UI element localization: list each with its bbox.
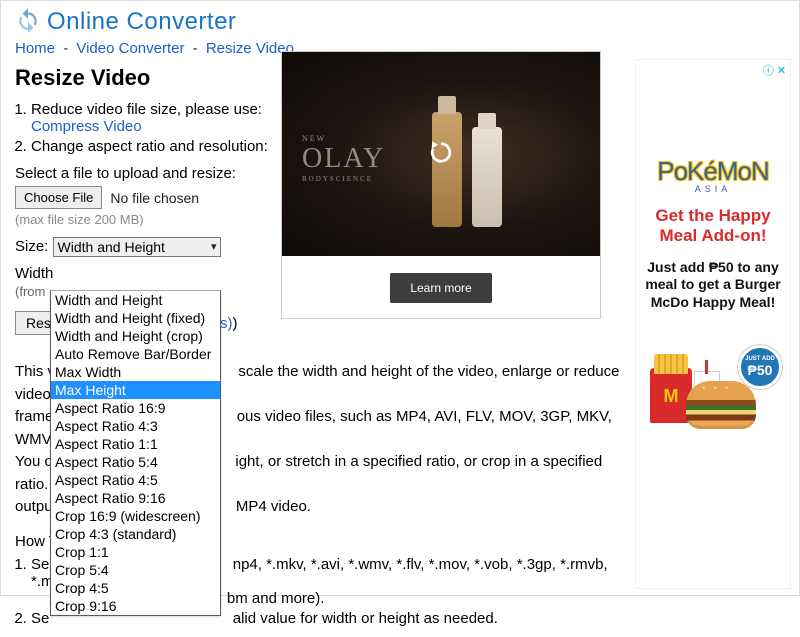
- learn-more-button[interactable]: Learn more: [390, 273, 491, 303]
- size-option[interactable]: Width and Height: [51, 291, 220, 309]
- file-status: No file chosen: [110, 190, 199, 206]
- reload-icon[interactable]: [426, 138, 456, 171]
- size-option[interactable]: Crop 4:5: [51, 579, 220, 597]
- size-option[interactable]: Max Width: [51, 363, 220, 381]
- size-option[interactable]: Crop 1:1: [51, 543, 220, 561]
- width-label: Width: [15, 265, 53, 282]
- size-select-value: Width and Height: [58, 239, 165, 255]
- ad-body: Just add ₱50 to any meal to get a Burger…: [640, 259, 786, 312]
- breadcrumb-video-converter[interactable]: Video Converter: [76, 40, 184, 57]
- size-option[interactable]: Width and Height (fixed): [51, 309, 220, 327]
- product-bottle-icon: [472, 127, 502, 227]
- size-option[interactable]: Max Height: [51, 381, 220, 399]
- intro-item-1: Reduce video file size, please use:: [31, 101, 262, 118]
- breadcrumb-home[interactable]: Home: [15, 40, 55, 57]
- size-option[interactable]: Crop 4:3 (standard): [51, 525, 220, 543]
- ad-close-icon[interactable]: ✕: [777, 65, 786, 77]
- burger-icon: [686, 381, 756, 429]
- size-label: Size:: [15, 238, 48, 255]
- size-option[interactable]: Aspect Ratio 16:9: [51, 399, 220, 417]
- size-select[interactable]: Width and Height ▾: [53, 237, 221, 257]
- site-title[interactable]: Online Converter: [47, 8, 236, 36]
- ad-sidebar[interactable]: ⓘ ✕ PoKéMoN ASIA Get the Happy Meal Add-…: [635, 59, 791, 589]
- size-option[interactable]: Auto Remove Bar/Border: [51, 345, 220, 363]
- size-dropdown[interactable]: Width and HeightWidth and Height (fixed)…: [50, 290, 221, 616]
- ad-brand: PoKéMoN ASIA: [640, 156, 786, 194]
- size-option[interactable]: Crop 16:9 (widescreen): [51, 507, 220, 525]
- ad-headline: Get the Happy Meal Add-on!: [640, 206, 786, 247]
- chevron-down-icon: ▾: [211, 240, 217, 253]
- size-option[interactable]: Aspect Ratio 5:4: [51, 453, 220, 471]
- size-option[interactable]: Width and Height (crop): [51, 327, 220, 345]
- size-option[interactable]: Crop 9:16: [51, 597, 220, 615]
- choose-file-button[interactable]: Choose File: [15, 186, 102, 209]
- price-badge: JUST ADD ₱50: [738, 345, 782, 389]
- compress-video-link[interactable]: Compress Video: [31, 118, 142, 135]
- size-option[interactable]: Crop 5:4: [51, 561, 220, 579]
- ad-inline: ⓘ ✕ NEW OLAY BODYSCIENCE Learn more: [281, 51, 601, 319]
- ad-info-icon[interactable]: ⓘ: [763, 65, 774, 77]
- size-option[interactable]: Aspect Ratio 9:16: [51, 489, 220, 507]
- size-option[interactable]: Aspect Ratio 4:5: [51, 471, 220, 489]
- refresh-logo-icon: [15, 7, 41, 36]
- size-option[interactable]: Aspect Ratio 1:1: [51, 435, 220, 453]
- size-option[interactable]: Aspect Ratio 4:3: [51, 417, 220, 435]
